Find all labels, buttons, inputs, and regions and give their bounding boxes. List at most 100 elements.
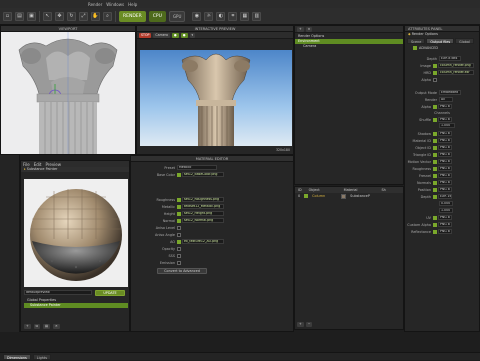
pan-icon[interactable]: ✋ (91, 11, 100, 21)
preview-option[interactable]: ▾ (189, 32, 196, 38)
pass-format-select[interactable]: PNG 8 (438, 180, 452, 185)
pass-enabled-checkbox[interactable] (433, 187, 437, 192)
render-button[interactable]: RENDER (119, 10, 146, 22)
pass-format-select[interactable]: EXR 16bit (438, 194, 452, 199)
image-path[interactable]: column_render.png (438, 63, 474, 68)
alpha-top-enabled[interactable] (433, 77, 437, 82)
hrd-path[interactable]: column_render.exr (438, 70, 474, 75)
pass-format-select[interactable]: PNG 8 (438, 131, 452, 136)
open-icon[interactable]: ▤ (15, 11, 24, 21)
tab-scene[interactable]: Scene (407, 38, 426, 44)
pass-format-select[interactable]: PNG 8 (438, 166, 452, 171)
tab-lights[interactable]: Lights (32, 353, 52, 360)
shuffle-format[interactable]: PNG 8 (438, 117, 452, 122)
menu-file[interactable]: File (23, 162, 30, 167)
pass-enabled-checkbox[interactable] (433, 138, 437, 143)
pass-enabled-checkbox[interactable] (433, 152, 437, 157)
delete-icon[interactable]: × (305, 26, 313, 32)
base-color-enabled[interactable] (177, 172, 181, 177)
rotate-icon[interactable]: ↻ (67, 11, 76, 21)
pass-format-select[interactable]: PNG 8 (438, 173, 452, 178)
pass-format-select[interactable]: PNG 8 (438, 152, 452, 157)
new-icon[interactable]: ▫ (3, 11, 12, 21)
preview-canvas[interactable] (140, 50, 292, 146)
base-color-texture[interactable]: set12_BaseColor.png (182, 172, 224, 177)
screenshot-icon[interactable]: ⌗ (228, 11, 238, 21)
alpha-enabled[interactable] (433, 104, 437, 109)
alpha-format[interactable]: PNG 8 (438, 104, 452, 109)
pass-format-select[interactable]: PNG 8 (438, 159, 452, 164)
preview-toggle-1[interactable]: ● (171, 32, 179, 38)
ao-texture[interactable]: ex_texture12_AO.png (182, 239, 224, 244)
move-icon[interactable]: ✥ (55, 11, 64, 21)
shuffle-enabled[interactable] (433, 117, 437, 122)
column-header-object[interactable]: Object (309, 188, 320, 192)
preset-dropdown[interactable]: defaultpreview (24, 290, 92, 295)
aniso-angle-enabled[interactable] (177, 232, 181, 237)
pass-enabled-checkbox[interactable] (433, 159, 437, 164)
column-header-id[interactable]: ID (298, 188, 302, 192)
extra-pass-enabled-checkbox[interactable] (433, 215, 437, 220)
image-enabled[interactable] (433, 63, 437, 68)
tab-global[interactable]: Global (455, 38, 474, 44)
light-icon[interactable]: ☼ (204, 11, 214, 21)
depth-max[interactable]: 1.000 (439, 208, 453, 213)
tab-output-files[interactable]: Output files (426, 38, 455, 44)
sss-enabled[interactable] (177, 253, 181, 258)
update-button[interactable]: UPDATE (95, 289, 125, 296)
pass-enabled-checkbox[interactable] (433, 145, 437, 150)
opacity-enabled[interactable] (177, 246, 181, 251)
pass-format-select[interactable]: PNG 8 (438, 145, 452, 150)
depth-min[interactable]: 0.000 (439, 201, 453, 206)
camera-icon[interactable]: ◉ (192, 11, 202, 21)
visibility-checkbox[interactable] (304, 194, 309, 198)
extra-pass-format-select[interactable]: PNG 8 (438, 215, 452, 220)
cpu-toggle[interactable]: CPU (148, 10, 166, 22)
convert-to-advanced-button[interactable]: Convert to Advanced (157, 268, 207, 274)
pass-enabled-checkbox[interactable] (433, 131, 437, 136)
tab-dimensions[interactable]: Dimensions (3, 353, 31, 360)
menu-item-help[interactable]: Help (128, 2, 137, 7)
pass-format-select[interactable]: PNG 8 (438, 187, 452, 192)
preset-select[interactable]: Metallic (177, 165, 217, 170)
tree-item-camera[interactable]: Camera (295, 44, 403, 49)
ao-enabled[interactable] (177, 239, 181, 244)
trash-icon[interactable]: ✕ (52, 324, 60, 329)
pass-enabled-checkbox[interactable] (433, 194, 437, 199)
aniso-level-enabled[interactable] (177, 225, 181, 230)
extra-pass-enabled-checkbox[interactable] (433, 229, 437, 234)
pass-enabled-checkbox[interactable] (433, 173, 437, 178)
menu-edit[interactable]: Edit (34, 162, 42, 167)
normal-enabled[interactable] (177, 218, 181, 223)
emission-enabled[interactable] (177, 260, 181, 265)
zoom-icon[interactable]: ⌕ (103, 11, 112, 21)
extra-pass-format-select[interactable]: PNG 8 (438, 222, 452, 227)
grid-icon[interactable]: ▦ (240, 11, 250, 21)
pass-format-select[interactable]: PNG 8 (438, 138, 452, 143)
preview-toggle-2[interactable]: ● (180, 32, 188, 38)
height-texture[interactable]: set12_Height.png (182, 211, 224, 216)
new-material-icon[interactable]: + (24, 324, 31, 329)
viewport-canvas[interactable] (1, 32, 135, 154)
shuffle-number[interactable]: 1.000 (439, 123, 455, 128)
metallic-enabled[interactable] (177, 204, 181, 209)
add-icon[interactable]: + (297, 26, 304, 32)
column-header-material[interactable]: Material (344, 188, 358, 192)
folder-open-icon[interactable]: ▤ (42, 324, 50, 329)
depth-select[interactable]: EXR 8 bits (439, 56, 461, 61)
stop-button[interactable]: STOP (139, 32, 152, 38)
material-item-substance[interactable]: Substance Painter (24, 303, 128, 308)
normal-texture[interactable]: set12_Normal.png (182, 218, 224, 223)
roughness-enabled[interactable] (177, 197, 181, 202)
column-header-sh[interactable]: Sh (381, 188, 385, 192)
pass-enabled-checkbox[interactable] (433, 166, 437, 171)
advanced-checkbox[interactable] (413, 45, 417, 50)
extra-pass-format-select[interactable]: PNG 8 (438, 229, 452, 234)
duplicate-icon[interactable]: ⧉ (33, 324, 40, 329)
select-icon[interactable]: ↖ (43, 11, 52, 21)
menu-item-windows[interactable]: Windows (106, 2, 124, 7)
output-mode-select[interactable]: Embedded (439, 90, 461, 95)
extra-pass-enabled-checkbox[interactable] (433, 222, 437, 227)
list-add-icon[interactable]: + (297, 322, 304, 327)
menu-preview[interactable]: Preview (45, 162, 61, 167)
